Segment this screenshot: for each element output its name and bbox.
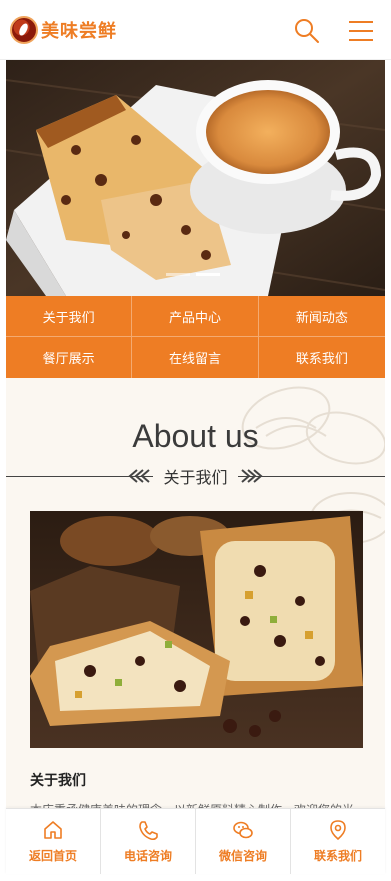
search-icon[interactable] bbox=[293, 17, 321, 45]
banner-image bbox=[6, 60, 385, 296]
footer-contact-label: 联系我们 bbox=[313, 849, 362, 863]
nav-item-contact[interactable]: 联系我们 bbox=[259, 337, 385, 378]
nav-item-about[interactable]: 关于我们 bbox=[6, 296, 133, 337]
nav-item-news[interactable]: 新闻动态 bbox=[258, 296, 385, 337]
footer-phone-label: 电话咨询 bbox=[123, 849, 172, 863]
footer-contact-button[interactable]: 联系我们 bbox=[291, 809, 385, 874]
about-body: 本店秉承健康美味的理念，以新鲜原料精心制作，欢迎您的光临。 bbox=[30, 800, 363, 808]
brand-name: 美味尝鲜 bbox=[41, 20, 117, 42]
pagination-dot-active[interactable] bbox=[196, 273, 220, 276]
footer-home-label: 返回首页 bbox=[28, 849, 77, 863]
footer-home-button[interactable]: 返回首页 bbox=[6, 809, 101, 874]
about-subtitle: 关于我们 bbox=[153, 464, 238, 488]
home-icon bbox=[44, 821, 62, 839]
nav-item-message[interactable]: 在线留言 bbox=[132, 337, 259, 378]
chevrons-left-icon bbox=[128, 469, 151, 483]
pagination-dot[interactable] bbox=[166, 273, 190, 276]
footer-wechat-label: 微信咨询 bbox=[218, 849, 267, 863]
main-nav: 关于我们 产品中心 新闻动态 餐厅展示 在线留言 联系我们 bbox=[6, 296, 385, 378]
nav-item-restaurant[interactable]: 餐厅展示 bbox=[6, 337, 133, 378]
location-icon bbox=[330, 820, 346, 841]
bottom-action-bar: 返回首页 电话咨询 微信咨询 联系我们 bbox=[6, 808, 385, 874]
about-subtitle-row: 关于我们 bbox=[6, 464, 385, 488]
nav-item-products[interactable]: 产品中心 bbox=[132, 296, 259, 337]
site-header: 美味尝鲜 bbox=[0, 0, 391, 60]
hero-banner[interactable] bbox=[6, 60, 385, 296]
banner-pagination bbox=[166, 273, 220, 276]
brand-logo[interactable]: 美味尝鲜 bbox=[10, 15, 117, 44]
about-title: About us bbox=[132, 418, 259, 454]
chevrons-right-icon bbox=[240, 469, 263, 483]
footer-phone-button[interactable]: 电话咨询 bbox=[101, 809, 196, 874]
footer-wechat-button[interactable]: 微信咨询 bbox=[196, 809, 291, 874]
about-section: About us 关于我们 关于我们 bbox=[6, 378, 385, 808]
wechat-icon bbox=[233, 821, 253, 839]
menu-icon[interactable] bbox=[347, 17, 375, 45]
phone-icon bbox=[139, 821, 158, 841]
about-heading: 关于我们 bbox=[30, 773, 86, 789]
logo-icon bbox=[10, 15, 38, 44]
about-image bbox=[30, 511, 363, 748]
